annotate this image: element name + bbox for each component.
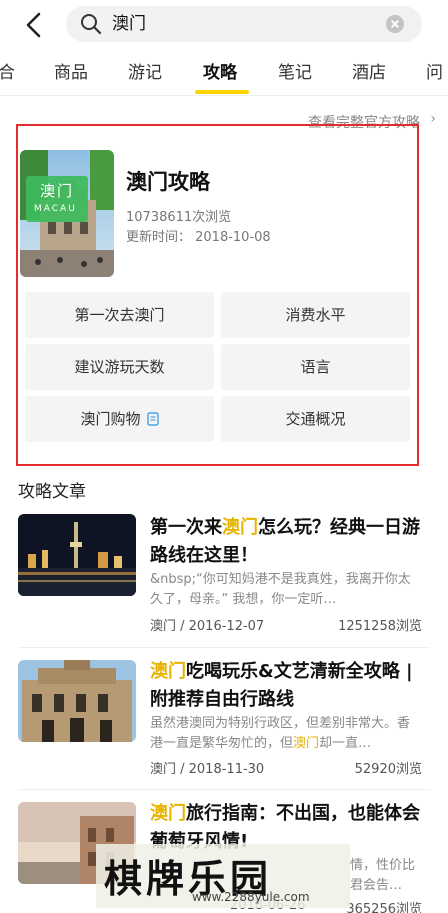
article-title-prefix: 第一次来 [150,517,222,538]
guide-views: 10738611次浏览 [126,210,232,225]
back-arrow-icon[interactable] [20,10,50,40]
search-input[interactable]: 澳门 [66,6,422,42]
thumbnail-caption-cn: 澳门 [40,182,75,200]
tab-comprehensive[interactable]: 合 [0,62,15,84]
active-tab-indicator [195,90,249,94]
article-title-keyword: 澳门 [222,517,258,538]
guide-button-shopping-label: 澳门购物 [80,410,141,428]
article-title: 澳门吃喝玩乐&文艺清新全攻略 | 附推荐自由行路线 [150,658,424,714]
watermark: 棋牌乐园 www.2288yule.com [96,844,350,908]
tab-hotels[interactable]: 酒店 [352,62,386,84]
article-item[interactable]: 澳门吃喝玩乐&文艺清新全攻略 | 附推荐自由行路线 虽然港澳同为特别行政区，但差… [0,652,448,792]
article-image [18,660,136,742]
guide-button-first-visit[interactable]: 第一次去澳门 [25,292,214,338]
divider [18,647,430,648]
tab-notes[interactable]: 笔记 [278,62,312,84]
article-views: 365256浏览 [346,902,422,913]
article-title: 第一次来澳门怎么玩？经典一日游路线在这里！ [150,514,424,570]
guide-title: 澳门攻略 [126,170,210,194]
article-meta: 澳门 / 2016-12-07 [150,619,265,634]
article-title-keyword: 澳门 [150,803,186,824]
article-title-suffix: 吃喝玩乐&文艺清新全攻略 | 附推荐自由行路线 [150,661,413,710]
article-snippet: &nbsp;“你可知妈港不是我真姓，我离开你太久了，母亲。” 我想，你一定听… [150,572,411,607]
tab-questions[interactable]: 问 [426,62,443,84]
guide-button-days[interactable]: 建议游玩天数 [25,344,214,390]
article-image [18,514,136,596]
guide-updated: 更新时间： 2018-10-08 [126,230,271,245]
divider [18,789,430,790]
clear-icon[interactable] [386,15,404,33]
articles-section-title: 攻略文章 [18,482,86,502]
chevron-right-icon: › [430,111,436,127]
thumbnail-caption-en: MACAU [34,204,77,214]
search-icon [81,14,102,35]
guide-thumbnail[interactable]: 澳门 MACAU [20,150,114,277]
guide-button-shopping[interactable]: 澳门购物 [25,396,214,442]
article-item[interactable]: 第一次来澳门怎么玩？经典一日游路线在这里！ &nbsp;“你可知妈港不是我真姓，… [0,508,448,648]
article-snippet-keyword: 澳门 [293,736,320,751]
guide-card: 澳门 MACAU 澳门攻略 10738611次浏览 更新时间： 2018-10-… [16,124,419,466]
watermark-url: www.2288yule.com [192,890,310,904]
guide-button-spending[interactable]: 消费水平 [221,292,410,338]
article-snippet-suffix: 却一直… [319,736,372,751]
search-header: 澳门 [0,0,448,50]
search-query: 澳门 [112,14,146,34]
tab-guides[interactable]: 攻略 [203,62,237,84]
article-snippet: 虽然港澳同为特别行政区，但差别非常大。香港一直是繁华匆忙的，但澳门却一直… [150,714,422,754]
guide-button-language[interactable]: 语言 [221,344,410,390]
article-views: 1251258浏览 [338,619,422,634]
tab-products[interactable]: 商品 [54,62,88,84]
article-views: 52920浏览 [354,762,422,777]
guide-button-transport[interactable]: 交通概况 [221,396,410,442]
article-snippet: 情，性价比君会告… [350,858,416,893]
article-meta: 澳门 / 2018-11-30 [150,762,265,777]
article-title-keyword: 澳门 [150,661,186,682]
tab-travelogues[interactable]: 游记 [128,62,162,84]
category-tabs: 合 商品 游记 攻略 笔记 酒店 问 [0,52,448,96]
document-icon [146,412,159,426]
